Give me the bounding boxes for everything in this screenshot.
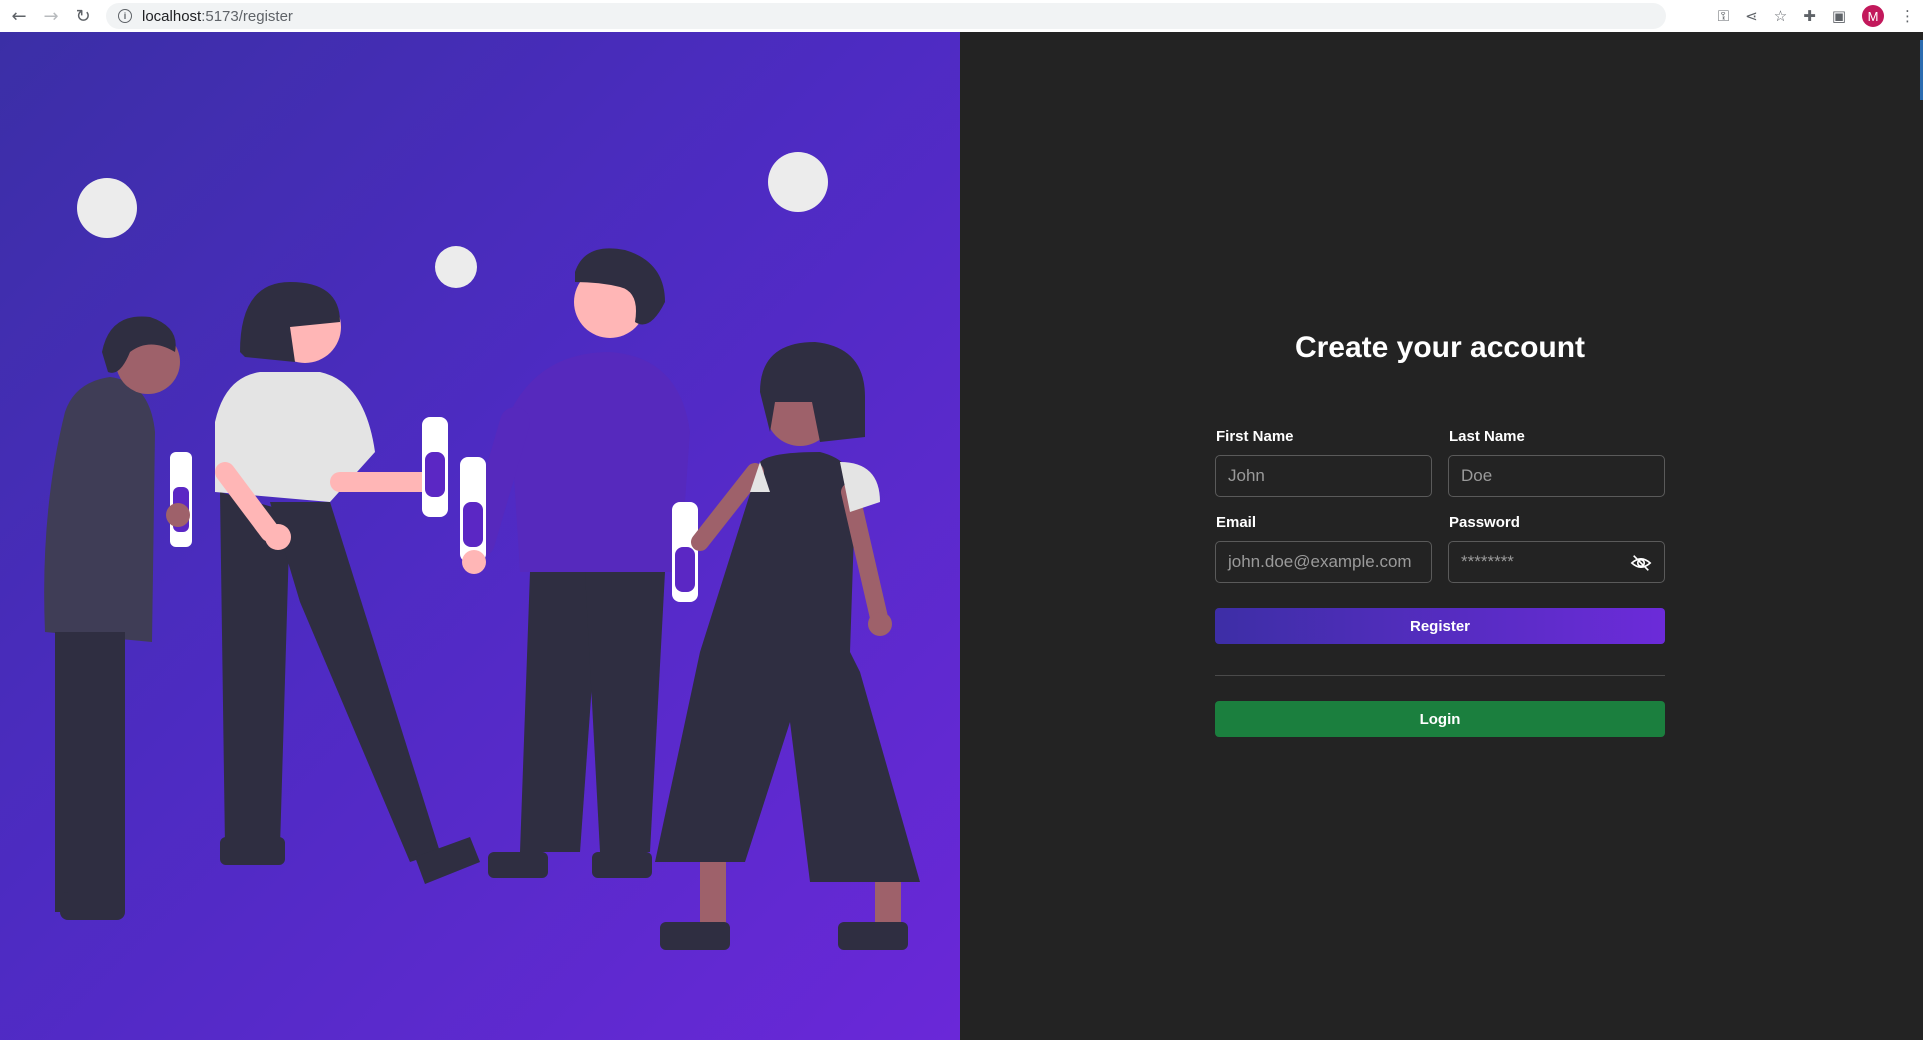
- reload-icon[interactable]: ↻: [70, 3, 96, 29]
- email-label: Email: [1216, 514, 1257, 531]
- extensions-icon[interactable]: ✚: [1803, 7, 1816, 25]
- eye-slash-icon[interactable]: [1630, 552, 1652, 574]
- page-title: Create your account: [1294, 331, 1586, 364]
- decor-circle: [768, 152, 828, 212]
- person-2: [215, 282, 480, 884]
- address-bar[interactable]: i localhost:5173/register: [106, 3, 1666, 29]
- last-name-label: Last Name: [1449, 428, 1525, 445]
- forward-icon[interactable]: →: [38, 3, 64, 29]
- person-1: [44, 316, 192, 920]
- bookmark-star-icon[interactable]: ☆: [1774, 7, 1787, 25]
- first-name-label: First Name: [1216, 428, 1294, 445]
- password-label: Password: [1449, 514, 1520, 531]
- email-input[interactable]: john.doe@example.com: [1215, 541, 1432, 583]
- browser-actions: ⚿ ⋖ ☆ ✚ ▣ M ⋮: [1718, 0, 1915, 32]
- decor-circle: [435, 246, 477, 288]
- register-button[interactable]: Register: [1215, 608, 1665, 644]
- menu-kebab-icon[interactable]: ⋮: [1900, 7, 1915, 25]
- form-divider: [1215, 675, 1665, 676]
- last-name-placeholder: Doe: [1461, 466, 1493, 485]
- back-icon[interactable]: ←: [6, 3, 32, 29]
- register-panel: [960, 32, 1923, 1040]
- share-icon[interactable]: ⋖: [1745, 7, 1758, 25]
- email-placeholder: john.doe@example.com: [1228, 552, 1412, 571]
- url-host: localhost: [142, 7, 202, 25]
- profile-avatar[interactable]: M: [1862, 5, 1884, 27]
- person-4: [655, 342, 920, 950]
- side-panel-icon[interactable]: ▣: [1832, 7, 1846, 25]
- person-3: [460, 248, 698, 878]
- password-placeholder: ********: [1461, 552, 1514, 571]
- site-info-icon[interactable]: i: [118, 9, 132, 23]
- first-name-placeholder: John: [1228, 466, 1265, 485]
- last-name-input[interactable]: Doe: [1448, 455, 1665, 497]
- decor-circle: [77, 178, 137, 238]
- browser-toolbar: ← → ↻ i localhost:5173/register ⚿ ⋖ ☆ ✚ …: [0, 0, 1923, 32]
- url-path: :5173/register: [201, 7, 293, 25]
- first-name-input[interactable]: John: [1215, 455, 1432, 497]
- login-button[interactable]: Login: [1215, 701, 1665, 737]
- hero-illustration-panel: [0, 32, 960, 1040]
- password-input[interactable]: ********: [1448, 541, 1665, 583]
- party-illustration: [44, 152, 920, 950]
- key-icon[interactable]: ⚿: [1718, 7, 1729, 25]
